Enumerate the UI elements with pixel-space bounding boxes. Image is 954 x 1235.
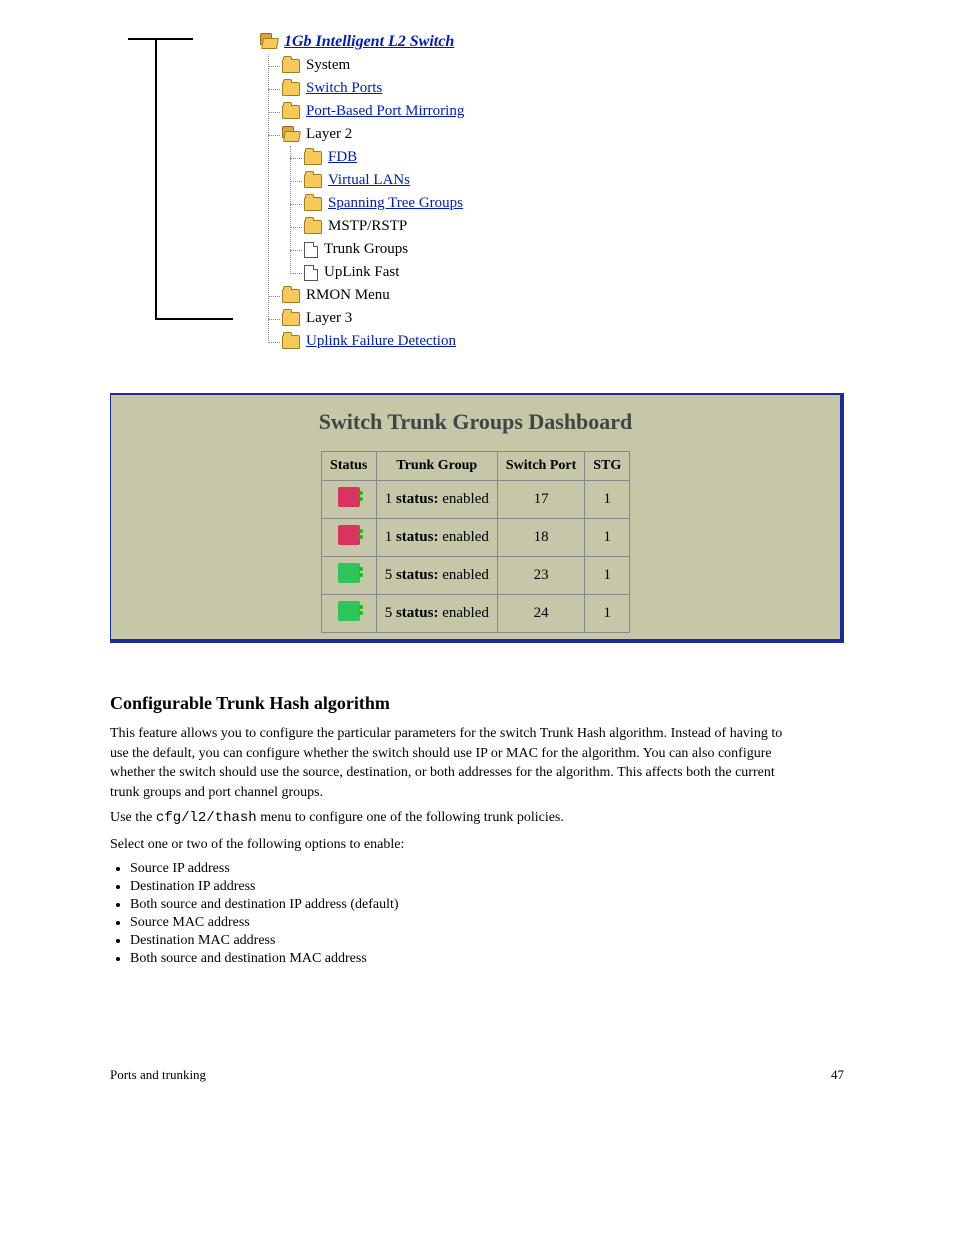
list-item: Source MAC address <box>130 915 844 931</box>
tree-item-rmon[interactable]: RMON Menu <box>282 284 844 307</box>
status-icon-red <box>338 525 360 545</box>
tree-item-ufd[interactable]: Uplink Failure Detection <box>282 330 844 353</box>
list-item: Source IP address <box>130 861 844 877</box>
table-row: 1 status: enabled 17 1 <box>321 481 630 519</box>
tree-label: Layer 2 <box>306 126 352 143</box>
file-icon <box>304 242 318 258</box>
folder-icon <box>304 197 322 211</box>
list-item: Both source and destination MAC address <box>130 951 844 967</box>
table-row: 5 status: enabled 23 1 <box>321 557 630 595</box>
tree-label: RMON Menu <box>306 287 390 304</box>
callout-line-vert <box>155 38 157 320</box>
hash-options-list: Source IP address Destination IP address… <box>130 861 844 967</box>
tree-item-vlans[interactable]: Virtual LANs <box>304 169 844 192</box>
command-text: cfg/l2/thash <box>156 810 257 826</box>
table-row: 5 status: enabled 24 1 <box>321 595 630 633</box>
tree-item-fdb[interactable]: FDB <box>304 146 844 169</box>
tree-root-item[interactable]: 1Gb Intelligent L2 Switch <box>260 30 844 54</box>
list-item: Both source and destination IP address (… <box>130 897 844 913</box>
folder-icon <box>304 220 322 234</box>
tree-item-system[interactable]: System <box>282 54 844 77</box>
tree-item-uplink-fast[interactable]: UpLink Fast <box>304 261 844 284</box>
col-status: Status <box>321 452 376 481</box>
tree-item-switch-ports[interactable]: Switch Ports <box>282 77 844 100</box>
col-trunk-group: Trunk Group <box>376 452 497 481</box>
dashboard-title: Switch Trunk Groups Dashboard <box>117 401 834 451</box>
tree-label: Uplink Failure Detection <box>306 333 456 350</box>
tree-item-trunk-groups[interactable]: Trunk Groups <box>304 238 844 261</box>
tree-item-spanning-tree[interactable]: Spanning Tree Groups <box>304 192 844 215</box>
folder-open-icon <box>260 36 278 48</box>
trunk-groups-dashboard: Switch Trunk Groups Dashboard Status Tru… <box>110 393 844 643</box>
folder-icon <box>282 335 300 349</box>
tree-item-port-mirroring[interactable]: Port-Based Port Mirroring <box>282 100 844 123</box>
tree-item-layer3[interactable]: Layer 3 <box>282 307 844 330</box>
page-footer: Ports and trunking 47 <box>110 1067 844 1083</box>
footer-left: Ports and trunking <box>110 1067 206 1083</box>
folder-icon <box>304 151 322 165</box>
folder-icon <box>282 105 300 119</box>
list-item: Destination IP address <box>130 879 844 895</box>
tree-item-mstp[interactable]: MSTP/RSTP <box>304 215 844 238</box>
dashboard-table: Status Trunk Group Switch Port STG 1 sta… <box>321 451 631 633</box>
col-switch-port: Switch Port <box>497 452 584 481</box>
col-stg: STG <box>585 452 630 481</box>
folder-icon <box>282 59 300 73</box>
tree-label: Switch Ports <box>306 80 382 97</box>
navigation-tree: 1Gb Intelligent L2 Switch System Switch … <box>260 30 844 353</box>
tree-label: Virtual LANs <box>328 172 410 189</box>
table-row: 1 status: enabled 18 1 <box>321 519 630 557</box>
tree-label: Layer 3 <box>306 310 352 327</box>
hash-paragraph-2: Select one or two of the following optio… <box>110 835 790 855</box>
callout-line-bottom-h <box>155 318 233 320</box>
tree-label: MSTP/RSTP <box>328 218 407 235</box>
tree-root-label: 1Gb Intelligent L2 Switch <box>284 33 454 51</box>
folder-open-icon <box>282 129 300 141</box>
tree-label: FDB <box>328 149 357 166</box>
tree-label: Spanning Tree Groups <box>328 195 463 212</box>
status-icon-green <box>338 601 360 621</box>
tree-label: Port-Based Port Mirroring <box>306 103 464 120</box>
folder-icon <box>282 82 300 96</box>
tree-item-layer2[interactable]: Layer 2 <box>282 123 844 146</box>
callout-line-top-h <box>128 38 193 40</box>
folder-icon <box>282 289 300 303</box>
hash-cmd-paragraph: Use the cfg/l2/thash menu to configure o… <box>110 808 790 829</box>
section-heading-hash: Configurable Trunk Hash algorithm <box>110 693 844 714</box>
list-item: Destination MAC address <box>130 933 844 949</box>
footer-right: 47 <box>831 1067 844 1083</box>
folder-icon <box>304 174 322 188</box>
status-icon-red <box>338 487 360 507</box>
status-icon-green <box>338 563 360 583</box>
hash-paragraph-1: This feature allows you to configure the… <box>110 724 790 802</box>
folder-icon <box>282 312 300 326</box>
tree-label: UpLink Fast <box>324 264 399 281</box>
file-icon <box>304 265 318 281</box>
tree-label: Trunk Groups <box>324 241 408 258</box>
tree-label: System <box>306 57 350 74</box>
